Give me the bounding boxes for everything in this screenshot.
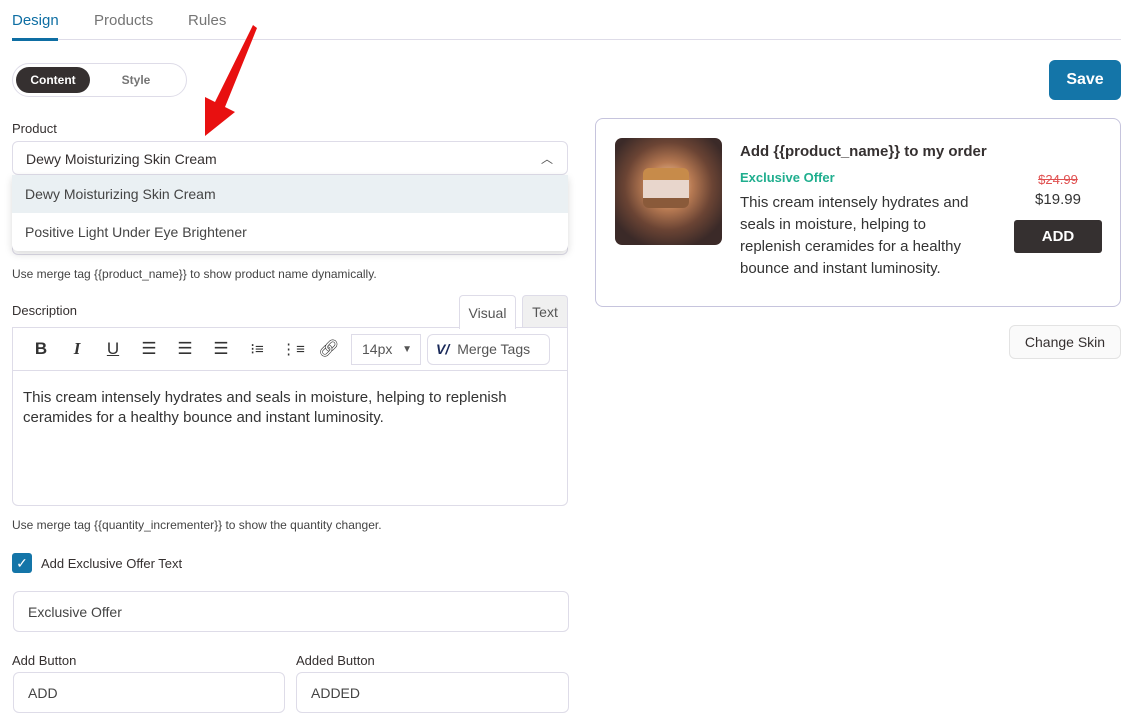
add-button-input[interactable]: ADD (13, 672, 285, 713)
toggle-content[interactable]: Content (16, 67, 90, 93)
editor-toolbar: B I U ☰ ☰ ☰ ⁝≡ ⋮≡ 🔗︎ 14px ▼ V/Merge Tags (13, 328, 567, 371)
added-button-label: Added Button (296, 653, 375, 668)
product-image (615, 138, 722, 245)
old-price: $24.99 (1038, 172, 1078, 187)
link-icon[interactable]: 🔗︎ (311, 339, 347, 359)
numbered-list-icon[interactable]: ⋮≡ (275, 340, 311, 358)
tab-visual[interactable]: Visual (459, 295, 516, 329)
italic-icon[interactable]: I (59, 339, 95, 359)
tab-text[interactable]: Text (522, 295, 568, 328)
toggle-style[interactable]: Style (99, 67, 173, 93)
caret-down-icon: ▼ (402, 343, 412, 355)
description-editor: B I U ☰ ☰ ☰ ⁝≡ ⋮≡ 🔗︎ 14px ▼ V/Merge Tags … (12, 327, 568, 506)
current-price: $19.99 (1035, 191, 1081, 208)
offer-preview-card: Add {{product_name}} to my order Exclusi… (595, 118, 1121, 307)
merge-tags-label: Merge Tags (457, 341, 531, 357)
product-jar-icon (643, 168, 689, 208)
added-button-input[interactable]: ADDED (296, 672, 569, 713)
product-label: Product (12, 121, 57, 136)
change-skin-button[interactable]: Change Skin (1009, 325, 1121, 359)
exclusive-offer-checkbox-label: Add Exclusive Offer Text (41, 556, 183, 571)
product-help: Use merge tag {{product_name}} to show p… (12, 267, 377, 281)
preview-offer: Exclusive Offer (740, 170, 835, 185)
add-button-label: Add Button (12, 653, 77, 668)
align-center-icon[interactable]: ☰ (167, 339, 203, 359)
bullet-list-icon[interactable]: ⁝≡ (239, 340, 275, 358)
underline-icon[interactable]: U (95, 339, 131, 359)
description-help: Use merge tag {{quantity_incrementer}} t… (12, 518, 382, 532)
red-arrow-annotation (205, 25, 257, 136)
preview-title: Add {{product_name}} to my order (740, 143, 987, 160)
save-button[interactable]: Save (1049, 60, 1121, 100)
merge-tags-button[interactable]: V/Merge Tags (427, 333, 550, 365)
font-size-value: 14px (362, 341, 393, 357)
tab-design[interactable]: Design (12, 12, 59, 29)
chevron-up-icon: ︿ (540, 152, 553, 166)
dropdown-option[interactable]: Dewy Moisturizing Skin Cream (12, 175, 568, 213)
bold-icon[interactable]: B (23, 339, 59, 359)
preview-add-button[interactable]: ADD (1014, 220, 1102, 253)
align-right-icon[interactable]: ☰ (203, 339, 239, 359)
merge-tags-logo-icon: V/ (436, 341, 450, 357)
tab-divider (12, 39, 1121, 40)
exclusive-offer-checkbox[interactable]: ✓ (12, 553, 32, 573)
content-style-toggle: Content Style (12, 63, 187, 97)
preview-description: This cream intensely hydrates and seals … (740, 194, 969, 277)
font-size-select[interactable]: 14px ▼ (351, 333, 421, 365)
description-label: Description (12, 303, 78, 318)
dropdown-option[interactable]: Positive Light Under Eye Brightener (12, 213, 568, 251)
active-tab-indicator (12, 38, 58, 41)
product-selected: Dewy Moisturizing Skin Cream (26, 151, 217, 167)
product-select[interactable]: Dewy Moisturizing Skin Cream ︿ (12, 141, 568, 175)
product-dropdown: Dewy Moisturizing Skin Cream Positive Li… (12, 175, 568, 251)
description-body[interactable]: This cream intensely hydrates and seals … (13, 371, 567, 445)
tab-products[interactable]: Products (94, 12, 153, 29)
align-left-icon[interactable]: ☰ (131, 339, 167, 359)
exclusive-offer-input[interactable]: Exclusive Offer (13, 591, 569, 632)
